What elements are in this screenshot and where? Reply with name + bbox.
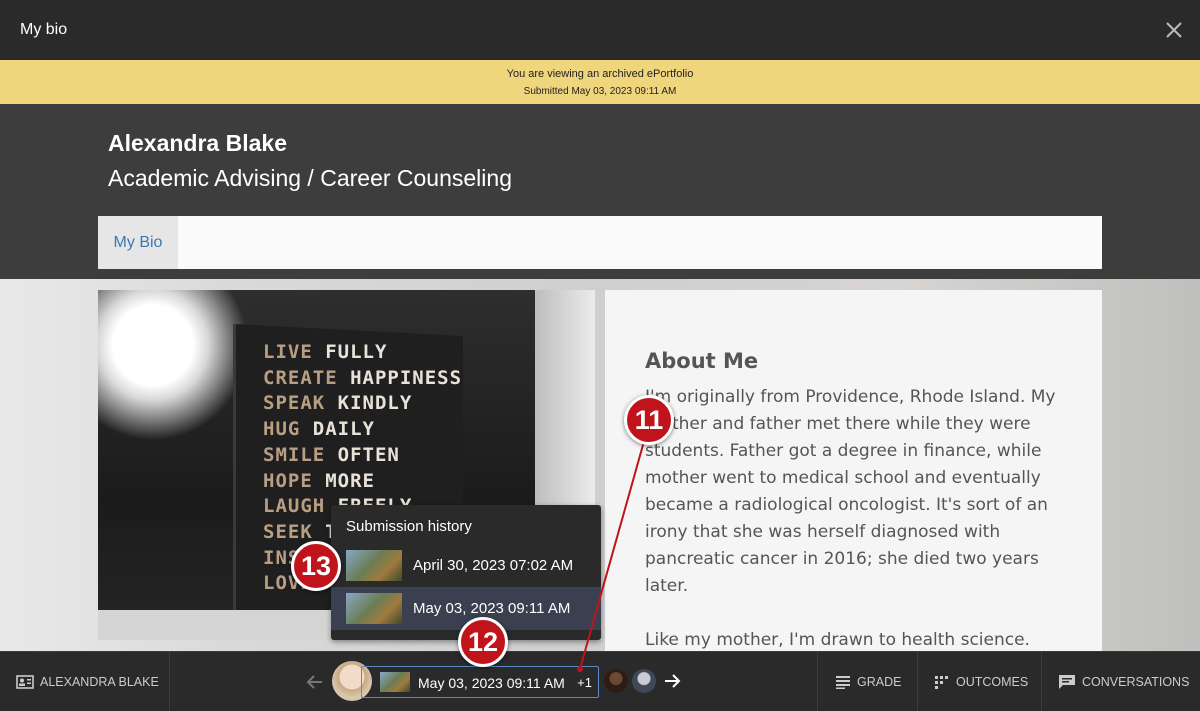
footer-divider — [817, 652, 818, 711]
portfolio-header: Alexandra Blake Academic Advising / Care… — [0, 104, 1200, 279]
chat-bubble-icon — [1059, 674, 1075, 689]
callout-marker: 11 — [624, 395, 674, 445]
about-paragraph: Like my mother, I'm drawn to health scie… — [645, 630, 1030, 650]
portfolio-subtitle: Academic Advising / Career Counseling — [108, 165, 512, 191]
book-row: SPEAK KINDLY — [263, 392, 413, 415]
submission-history-menu: Submission history April 30, 2023 07:02 … — [331, 505, 601, 640]
book-row: HOPE MORE — [263, 469, 375, 492]
arrow-left-icon[interactable] — [306, 674, 324, 690]
outcomes-icon — [935, 675, 948, 689]
submission-thumbnail — [346, 550, 402, 581]
conversations-button[interactable]: CONVERSATIONS — [1058, 652, 1189, 711]
student-avatar[interactable] — [632, 669, 656, 693]
submission-history-title: Submission history — [346, 518, 472, 535]
footer-divider — [917, 652, 918, 711]
submission-thumbnail — [380, 672, 410, 692]
outcomes-button-label: OUTCOMES — [956, 674, 1029, 689]
student-button-label: ALEXANDRA BLAKE — [40, 674, 159, 689]
callout-marker: 12 — [458, 617, 508, 667]
speedgrader-footer: ALEXANDRA BLAKE May 03, 2023 09:11 AM +1… — [0, 651, 1200, 711]
outcomes-button[interactable]: OUTCOMES — [934, 652, 1028, 711]
grade-list-icon — [836, 675, 850, 689]
grade-button-label: GRADE — [857, 674, 902, 689]
about-body: I'm originally from Providence, Rhode Is… — [645, 384, 1065, 651]
submission-date: May 03, 2023 09:11 AM — [413, 600, 571, 617]
footer-divider — [169, 652, 170, 711]
submission-history-item[interactable]: April 30, 2023 07:02 AM — [331, 544, 601, 587]
conversations-button-label: CONVERSATIONS — [1082, 674, 1190, 689]
footer-divider — [1041, 652, 1042, 711]
student-name: Alexandra Blake — [108, 130, 287, 156]
book-row: CREATE HAPPINESS — [263, 366, 463, 389]
archive-banner: You are viewing an archived ePortfolio S… — [0, 60, 1200, 104]
student-avatar[interactable] — [604, 669, 628, 693]
student-button[interactable]: ALEXANDRA BLAKE — [16, 652, 159, 711]
book-row: HUG DAILY — [263, 418, 375, 441]
submission-selector[interactable]: May 03, 2023 09:11 AM +1 — [361, 666, 599, 698]
banner-message: You are viewing an archived ePortfolio — [506, 68, 694, 80]
current-submission-date: May 03, 2023 09:11 AM — [418, 675, 565, 691]
tab-my-bio[interactable]: My Bio — [98, 216, 178, 269]
window-title: My bio — [20, 21, 68, 38]
id-card-icon — [16, 674, 34, 689]
book-row: SMILE OFTEN — [263, 443, 400, 466]
submission-thumbnail — [346, 593, 402, 624]
about-me-card: About Me I'm originally from Providence,… — [605, 290, 1102, 651]
about-paragraph: I'm originally from Providence, Rhode Is… — [645, 387, 1056, 596]
portfolio-nav: My Bio — [98, 216, 1102, 269]
callout-marker: 13 — [291, 541, 341, 591]
arrow-right-icon[interactable] — [663, 673, 681, 689]
title-bar: My bio — [0, 0, 1200, 60]
grade-button[interactable]: GRADE — [835, 652, 901, 711]
book-row: LIVE FULLY — [263, 341, 388, 363]
about-heading: About Me — [645, 349, 759, 373]
close-icon[interactable] — [1164, 20, 1184, 40]
submission-date: April 30, 2023 07:02 AM — [413, 557, 574, 574]
more-submissions-count: +1 — [577, 675, 592, 690]
banner-submitted-date: Submitted May 03, 2023 09:11 AM — [523, 86, 677, 97]
